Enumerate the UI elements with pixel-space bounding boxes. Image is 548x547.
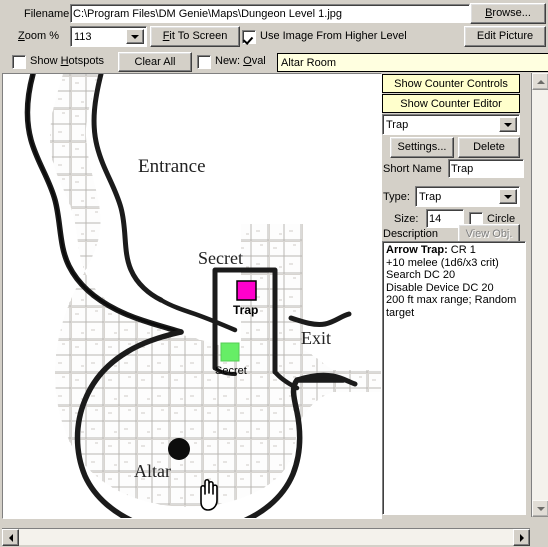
browse-button[interactable]: Browse...: [470, 3, 546, 24]
vertical-scrollbar-track[interactable]: [532, 89, 548, 501]
description-line-5: target: [386, 306, 415, 319]
type-combo[interactable]: Trap: [415, 186, 520, 207]
size-label: Size:: [394, 213, 419, 225]
object-select-dropdown-arrow[interactable]: [499, 117, 517, 132]
settings-label: Settings...: [397, 141, 447, 153]
edit-picture-button[interactable]: Edit Picture: [464, 26, 546, 47]
scroll-right-button[interactable]: [513, 529, 530, 546]
description-line-3: Disable Device DC 20: [386, 281, 494, 294]
description-textarea[interactable]: Arrow Trap: CR 1 +10 melee (1d6/x3 crit)…: [382, 241, 526, 515]
map-label-entrance: Entrance: [138, 156, 206, 177]
counter-editor-panel: Show Counter Controls Show Counter Edito…: [382, 73, 530, 517]
description-line-0: CR 1: [447, 244, 476, 256]
short-name-value: Trap: [451, 162, 474, 175]
scroll-up-button[interactable]: [532, 73, 548, 90]
trap-hotspot-label: Trap: [233, 303, 258, 317]
show-counter-editor-button[interactable]: Show Counter Editor: [382, 94, 520, 113]
zoom-label: Zoom %: [18, 30, 59, 42]
room-name-input[interactable]: Altar Room: [277, 53, 548, 72]
short-name-input[interactable]: Trap: [448, 159, 524, 178]
filename-value: C:\Program Files\DM Genie\Maps\Dungeon L…: [73, 7, 343, 20]
zoom-percent-value: 113: [74, 30, 92, 43]
view-object-label: View Obj.: [465, 227, 513, 240]
size-value: 14: [429, 212, 442, 225]
trap-hotspot-marker: [236, 280, 257, 301]
show-hotspots-checkbox[interactable]: [12, 55, 26, 69]
delete-button[interactable]: Delete: [458, 137, 520, 158]
map-editor-window: Filename C:\Program Files\DM Genie\Maps\…: [0, 0, 548, 547]
description-content: Arrow Trap: CR 1 +10 melee (1d6/x3 crit)…: [386, 244, 522, 319]
map-label-secret-room: Secret: [198, 248, 243, 268]
altar-marker: [168, 438, 190, 460]
scroll-left-button[interactable]: [2, 529, 19, 546]
map-canvas[interactable]: Entrance Secret Exit Altar Trap Secret: [2, 73, 382, 519]
scroll-down-button[interactable]: [532, 500, 548, 517]
new-oval-checkbox[interactable]: [197, 55, 211, 69]
settings-button[interactable]: Settings...: [390, 137, 454, 158]
map-label-exit: Exit: [301, 328, 331, 348]
description-line-2: Search DC 20: [386, 269, 456, 281]
dungeon-map-drawing: Entrance Secret Exit Altar Trap Secret: [3, 74, 381, 518]
show-counter-editor-label: Show Counter Editor: [400, 97, 502, 110]
object-select-value: Trap: [386, 118, 409, 131]
zoom-percent-dropdown-arrow[interactable]: [126, 29, 144, 44]
secret-hotspot-marker: [220, 342, 240, 362]
description-line-1: +10 melee (1d6/x3 crit): [386, 256, 499, 269]
zoom-percent-combo[interactable]: 113: [70, 26, 147, 47]
secret-hotspot-label: Secret: [215, 365, 247, 377]
new-oval-label: New: Oval: [215, 55, 266, 67]
filename-input[interactable]: C:\Program Files\DM Genie\Maps\Dungeon L…: [70, 4, 470, 23]
fit-to-screen-button[interactable]: Fit To Screen: [150, 26, 240, 47]
filename-label: Filename: [24, 8, 70, 20]
show-counter-controls-button[interactable]: Show Counter Controls: [382, 74, 520, 93]
show-counter-controls-label: Show Counter Controls: [394, 77, 508, 90]
use-image-from-higher-level-label: Use Image From Higher Level: [260, 30, 407, 42]
description-label: Description: [383, 228, 439, 240]
type-dropdown-arrow[interactable]: [499, 189, 517, 204]
show-hotspots-label: Show Hotspots: [30, 55, 104, 67]
horizontal-scrollbar[interactable]: [2, 528, 530, 546]
type-label: Type:: [383, 191, 410, 203]
map-label-altar: Altar: [134, 461, 171, 481]
fit-to-screen-label: Fit To Screen: [162, 30, 228, 42]
clear-all-label: Clear All: [134, 55, 176, 68]
room-name-value: Altar Room: [281, 56, 337, 69]
vertical-scrollbar[interactable]: [531, 73, 548, 517]
description-line-4: 200 ft max range; Random: [386, 294, 517, 306]
type-value: Trap: [419, 190, 442, 203]
browse-label: Browse...: [485, 7, 531, 19]
delete-label: Delete: [473, 141, 505, 153]
use-image-from-higher-level-checkbox[interactable]: [242, 30, 256, 44]
edit-picture-label: Edit Picture: [476, 30, 534, 42]
clear-all-button[interactable]: Clear All: [118, 52, 192, 72]
short-name-label: Short Name: [383, 163, 442, 175]
description-title: Arrow Trap:: [386, 244, 448, 256]
object-select-combo[interactable]: Trap: [382, 114, 520, 135]
